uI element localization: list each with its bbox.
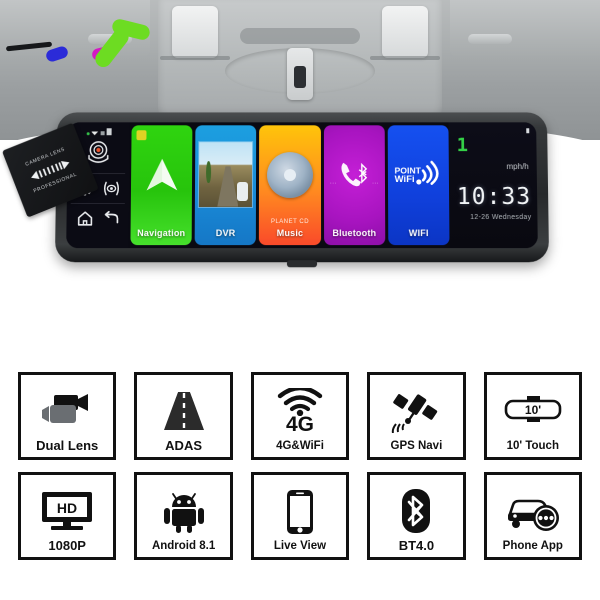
console-seam-left bbox=[160, 56, 230, 60]
music-album-disc-icon bbox=[266, 152, 314, 198]
back-arrow-icon[interactable] bbox=[101, 209, 120, 228]
music-art bbox=[259, 125, 320, 225]
tile-label: Bluetooth bbox=[332, 228, 377, 239]
hd-monitor-icon: HD bbox=[42, 492, 93, 530]
badge-art bbox=[489, 483, 577, 541]
badge-art bbox=[139, 383, 227, 439]
point-wifi-icon: POINT WiFi bbox=[395, 161, 440, 185]
car-app-icon bbox=[507, 499, 559, 531]
music-art-caption: PLANET CD bbox=[270, 219, 310, 226]
bars-icon bbox=[100, 131, 105, 136]
tile-label: Navigation bbox=[137, 228, 186, 239]
smartphone-icon bbox=[286, 489, 313, 534]
badge-art bbox=[372, 383, 460, 441]
tile-label: WIFI bbox=[408, 228, 429, 239]
speed-unit: mph/h bbox=[506, 162, 529, 172]
control-row-bottom bbox=[66, 209, 128, 228]
info-panel: 1 mph/h 10:33 12-26 Wednesday bbox=[448, 122, 538, 249]
bluetooth-art bbox=[324, 125, 385, 225]
navigation-art bbox=[131, 125, 193, 225]
app-tile-row: Navigation DVR PLANET CD Music ··· ··· B… bbox=[128, 122, 450, 248]
badge-art: 10' bbox=[489, 383, 577, 441]
android-robot-icon bbox=[163, 492, 204, 533]
badge-gps-navi: GPS Navi bbox=[367, 372, 466, 460]
svg-text:HD: HD bbox=[57, 500, 77, 516]
badge-art bbox=[372, 483, 460, 539]
battery-icon bbox=[106, 128, 112, 136]
badge-art: HD bbox=[23, 483, 111, 539]
bluetooth-phone-icon bbox=[342, 163, 368, 187]
badge-4g-wifi: 4G 4G&WiFi bbox=[250, 372, 350, 460]
navigation-arrow-icon bbox=[146, 159, 177, 191]
satellite-icon bbox=[392, 393, 438, 433]
badge-android: Android 8.1 bbox=[134, 472, 233, 560]
grab-handle-right bbox=[468, 34, 512, 44]
badge-art bbox=[256, 483, 344, 541]
badge-adas: ADAS bbox=[134, 372, 233, 460]
badge-label: 4G&WiFi bbox=[276, 439, 324, 452]
badge-label: Dual Lens bbox=[36, 438, 99, 453]
control-divider-bottom bbox=[70, 202, 125, 204]
wifi-icon bbox=[91, 130, 98, 135]
dvr-tree bbox=[206, 161, 212, 184]
clock-time: 10:33 bbox=[456, 184, 532, 210]
home-icon[interactable] bbox=[75, 209, 94, 228]
tile-bluetooth[interactable]: ··· ··· Bluetooth bbox=[323, 125, 386, 246]
navigation-badge-icon bbox=[136, 130, 147, 141]
dome-light-left bbox=[172, 6, 218, 58]
badge-label: ADAS bbox=[165, 438, 203, 453]
dome-light-right bbox=[382, 6, 428, 58]
tile-dvr[interactable]: DVR bbox=[194, 125, 257, 246]
dual-camera-icon bbox=[42, 394, 89, 423]
badge-label: 1080P bbox=[48, 538, 86, 553]
badge-bt40: BT4.0 bbox=[367, 472, 466, 560]
mirror-bottom-notch bbox=[286, 260, 318, 268]
tile-navigation[interactable]: Navigation bbox=[130, 125, 193, 246]
tile-wifi[interactable]: POINT WiFi WIFI bbox=[387, 125, 450, 246]
mirror-display: Navigation DVR PLANET CD Music ··· ··· B… bbox=[66, 122, 538, 249]
svg-text:10': 10' bbox=[525, 403, 541, 417]
road-lane-icon bbox=[160, 392, 207, 430]
tile-music[interactable]: PLANET CD Music bbox=[259, 125, 321, 246]
badge-label: Android 8.1 bbox=[151, 539, 216, 552]
badge-label: 10' Touch bbox=[506, 439, 559, 452]
tile-label: Music bbox=[276, 228, 304, 239]
mirror-screen-icon: 10' bbox=[504, 395, 562, 422]
product-image: Navigation DVR PLANET CD Music ··· ··· B… bbox=[0, 0, 600, 600]
console-slot bbox=[240, 28, 360, 44]
console-seam-right bbox=[370, 56, 440, 60]
bluetooth-icon bbox=[402, 489, 431, 533]
mirror-mount-base bbox=[294, 66, 306, 88]
wifi-signal-icon bbox=[277, 388, 323, 417]
badge-art bbox=[139, 483, 227, 541]
speed-value: 1 bbox=[456, 134, 469, 157]
dvr-road bbox=[217, 166, 238, 206]
badge-live-view: Live View bbox=[250, 472, 350, 560]
badge-label: Phone App bbox=[502, 539, 563, 552]
feature-badge-grid: Dual Lens ADAS 4G 4G&WiFi GPS Navi 10' 1… bbox=[18, 372, 582, 560]
badge-dual-lens: Dual Lens bbox=[18, 372, 117, 460]
sun-visor-right bbox=[450, 0, 600, 56]
svg-text:WiFi: WiFi bbox=[395, 174, 415, 185]
dvr-road-thumbnail-icon bbox=[199, 141, 253, 207]
status-bar bbox=[86, 126, 112, 136]
clock-date: 12-26 Wednesday bbox=[470, 214, 532, 222]
badge-label: Live View bbox=[273, 539, 327, 552]
tile-label: DVR bbox=[215, 228, 236, 239]
badge-10-touch: 10' 10' Touch bbox=[483, 372, 582, 460]
badge-1080p: HD 1080P bbox=[18, 472, 117, 560]
badge-art bbox=[23, 383, 111, 439]
badge-big-text: 4G bbox=[285, 413, 314, 437]
wifi-art: POINT WiFi bbox=[388, 125, 450, 225]
panel-indicator-icon bbox=[526, 128, 530, 134]
badge-label: BT4.0 bbox=[398, 538, 435, 553]
dvr-car bbox=[237, 181, 248, 202]
badge-art: 4G bbox=[256, 383, 344, 441]
badge-phone-app: Phone App bbox=[483, 472, 582, 560]
rearview-mirror-device: Navigation DVR PLANET CD Music ··· ··· B… bbox=[1, 112, 550, 268]
recording-eye-icon[interactable] bbox=[101, 179, 120, 198]
badge-label: GPS Navi bbox=[390, 439, 443, 452]
signal-dot-icon bbox=[86, 132, 90, 136]
